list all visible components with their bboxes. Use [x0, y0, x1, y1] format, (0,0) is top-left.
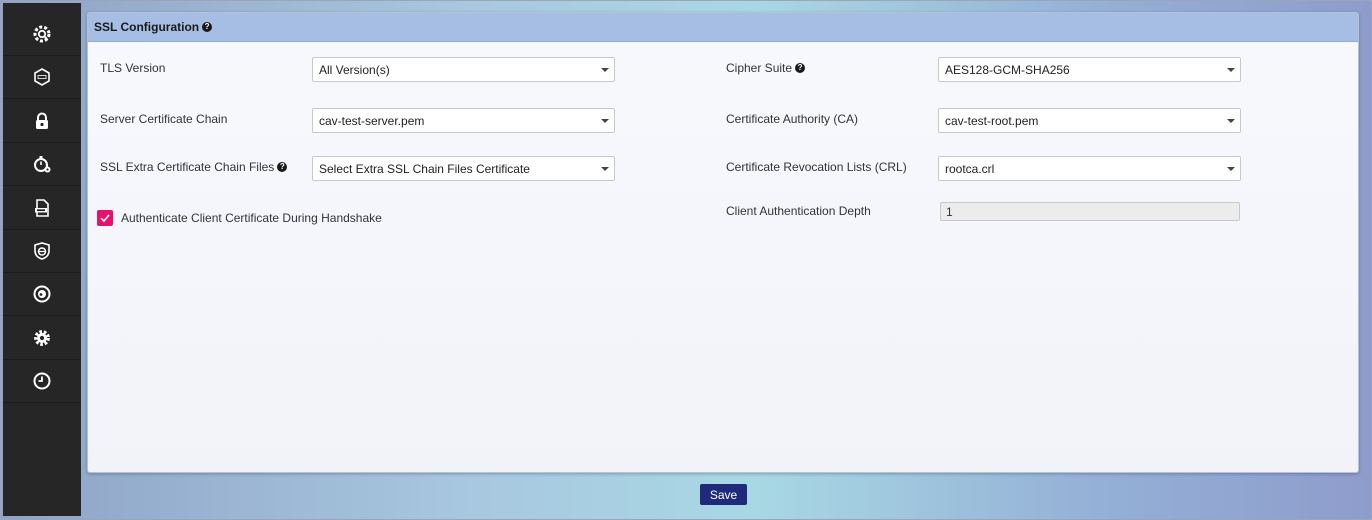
- extra-chain-files-value: Select Extra SSL Chain Files Certificate: [319, 161, 530, 176]
- sidebar-item-history[interactable]: [3, 360, 81, 403]
- extra-chain-files-select[interactable]: Select Extra SSL Chain Files Certificate: [312, 156, 615, 181]
- cert-authority-label: Certificate Authority (CA): [726, 112, 859, 126]
- sidebar: [3, 3, 81, 516]
- cert-authority-value: cav-test-root.pem: [945, 113, 1039, 128]
- sidebar-item-storage[interactable]: [3, 273, 81, 316]
- extra-chain-files-label-text: SSL Extra Certificate Chain Files: [100, 160, 275, 174]
- checkmark-icon: [100, 214, 110, 223]
- extra-chain-files-label: SSL Extra Certificate Chain Files ?: [100, 160, 288, 174]
- server-cert-chain-select[interactable]: cav-test-server.pem: [312, 108, 615, 133]
- panel-header: SSL Configuration ?: [88, 13, 1358, 42]
- help-icon[interactable]: ?: [795, 63, 806, 73]
- tls-version-select[interactable]: All Version(s): [312, 57, 615, 82]
- server-cert-chain-value: cav-test-server.pem: [319, 113, 425, 128]
- gear-icon: [34, 330, 50, 346]
- chevron-down-icon: [601, 119, 609, 123]
- sidebar-item-settings[interactable]: [3, 317, 81, 360]
- sidebar-item-module[interactable]: [3, 56, 81, 99]
- auth-client-cert-checkbox[interactable]: [97, 210, 113, 226]
- tls-version-value: All Version(s): [319, 62, 390, 77]
- sidebar-item-timers[interactable]: [3, 143, 81, 186]
- help-icon[interactable]: ?: [277, 162, 288, 172]
- client-auth-depth-field: 1: [940, 202, 1240, 221]
- chevron-down-icon: [601, 167, 609, 171]
- chevron-down-icon: [1227, 167, 1235, 171]
- tls-version-label: TLS Version: [100, 61, 166, 75]
- ssl-config-panel: SSL Configuration ? TLS Version All Vers…: [87, 12, 1359, 473]
- crl-value: rootca.crl: [945, 161, 995, 176]
- server-cert-chain-label: Server Certificate Chain: [100, 112, 228, 126]
- auth-client-cert-label: Authenticate Client Certificate During H…: [121, 211, 382, 225]
- lock-icon: [36, 112, 48, 129]
- help-icon[interactable]: ?: [202, 22, 213, 32]
- save-button[interactable]: Save: [700, 484, 747, 505]
- crl-select[interactable]: rootca.crl: [938, 156, 1241, 181]
- search-gear-icon: [33, 25, 51, 43]
- stopwatch-gear-icon: [34, 156, 51, 173]
- sidebar-item-documents[interactable]: [3, 187, 81, 230]
- sidebar-item-diagnostics[interactable]: [3, 13, 81, 56]
- cipher-suite-value: AES128-GCM-SHA256: [945, 62, 1070, 77]
- sidebar-item-browser[interactable]: [3, 230, 81, 273]
- panel-title: SSL Configuration: [94, 20, 200, 34]
- document-icon: [35, 199, 49, 217]
- chevron-down-icon: [601, 68, 609, 72]
- cipher-suite-label: Cipher Suite ?: [726, 61, 806, 75]
- shield-icon: [34, 242, 50, 260]
- crl-label: Certificate Revocation Lists (CRL): [726, 160, 907, 174]
- clock-icon: [33, 372, 51, 390]
- cert-authority-select[interactable]: cav-test-root.pem: [938, 108, 1241, 133]
- cipher-suite-select[interactable]: AES128-GCM-SHA256: [938, 57, 1241, 82]
- cipher-suite-label-text: Cipher Suite: [726, 61, 793, 75]
- chevron-down-icon: [1227, 119, 1235, 123]
- sidebar-item-security[interactable]: [3, 100, 81, 143]
- disc-icon: [33, 285, 51, 303]
- hexagon-icon: [34, 68, 50, 86]
- client-auth-depth-label: Client Authentication Depth: [726, 204, 871, 218]
- chevron-down-icon: [1227, 68, 1235, 72]
